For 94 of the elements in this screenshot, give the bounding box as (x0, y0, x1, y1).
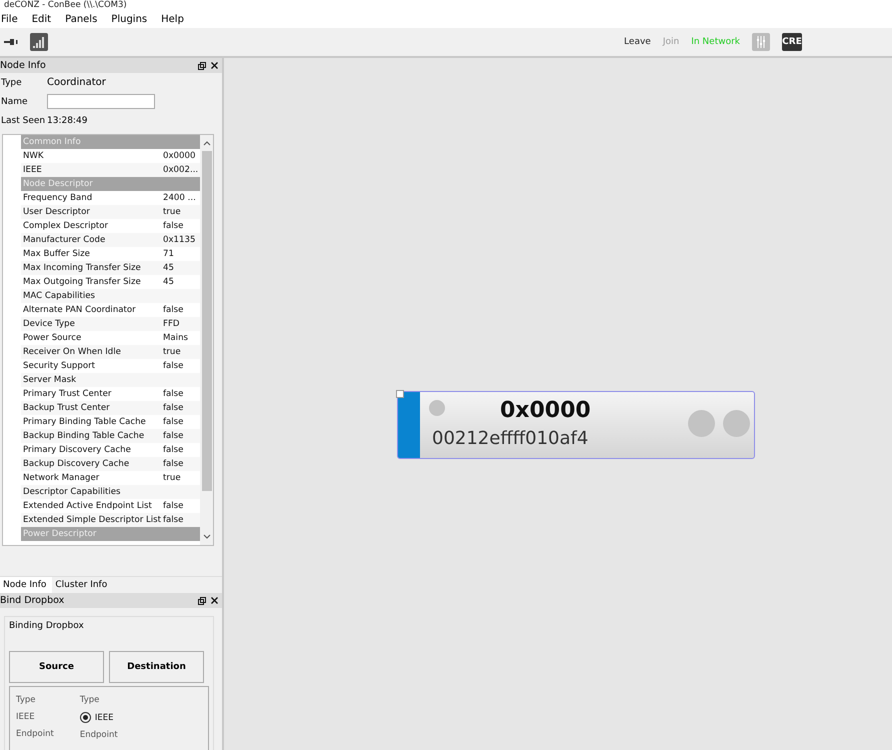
field-label: IEEE (16, 712, 36, 722)
property-name: Max Outgoing Transfer Size (23, 277, 142, 287)
menu-item[interactable]: Plugins (111, 14, 148, 25)
property-name: Network Manager (23, 473, 100, 483)
scroll-up-icon[interactable] (202, 139, 210, 147)
field-value: Coordinator (47, 77, 106, 88)
network-status: In Network (691, 37, 740, 47)
property-value: 2400 ... (163, 193, 196, 203)
panel-tab[interactable]: Node Info (0, 577, 52, 593)
property-value: true (163, 207, 181, 217)
field-value: 13:28:49 (47, 116, 88, 126)
property-name: IEEE (23, 165, 43, 175)
drop-target-button[interactable]: Source (9, 651, 104, 683)
plug-icon[interactable] (4, 38, 18, 46)
menu-item[interactable]: File (1, 14, 18, 25)
property-name: Extended Simple Descriptor List (23, 515, 162, 525)
property-value: false (163, 305, 184, 315)
property-value: false (163, 221, 184, 231)
property-name: Power Source (23, 333, 82, 343)
close-icon[interactable] (211, 62, 218, 69)
scrollbar-thumb[interactable] (202, 151, 212, 491)
property-value: true (163, 473, 181, 483)
property-name: Primary Trust Center (23, 389, 112, 399)
property-name: MAC Capabilities (23, 291, 96, 301)
menu-item[interactable]: Edit (32, 14, 52, 25)
property-value: false (163, 431, 184, 441)
toolbar-badge[interactable]: CRE (782, 33, 802, 51)
field-label: Type (80, 695, 100, 705)
property-name: Receiver On When Idle (23, 347, 122, 357)
property-name: Frequency Band (23, 193, 94, 203)
property-name: Max Incoming Transfer Size (23, 263, 142, 273)
property-name: NWK (23, 151, 45, 161)
scroll-down-icon[interactable] (202, 533, 210, 541)
property-name: Server Mask (23, 375, 78, 385)
property-name: Manufacturer Code (23, 235, 106, 245)
property-name: Primary Binding Table Cache (23, 417, 147, 427)
radio-button[interactable] (80, 712, 91, 723)
property-value: 71 (163, 249, 174, 259)
node-card[interactable]: 0x0000 00212effff010af4 (397, 391, 755, 459)
group-title: Binding Dropbox (9, 621, 85, 631)
signal-icon[interactable] (30, 33, 48, 51)
property-value: 0x002... (163, 165, 198, 175)
property-value: false (163, 445, 184, 455)
property-name: Backup Discovery Cache (23, 459, 130, 469)
panel-title: Bind Dropbox (0, 595, 66, 606)
name-field[interactable] (47, 94, 155, 109)
property-name: Extended Active Endpoint List (23, 501, 153, 511)
property-value: false (163, 403, 184, 413)
float-icon[interactable] (198, 62, 206, 70)
property-name: Primary Discovery Cache (23, 445, 132, 455)
field-label: Type (1, 78, 23, 88)
property-value: 45 (163, 263, 174, 273)
status-dot (429, 400, 445, 416)
field-label: Endpoint (16, 729, 54, 739)
resize-handle[interactable] (396, 390, 404, 398)
property-name: Max Buffer Size (23, 249, 91, 259)
toolbar-link[interactable]: Leave (624, 37, 651, 47)
property-value: false (163, 501, 184, 511)
property-name: Alternate PAN Coordinator (23, 305, 137, 315)
property-value: false (163, 417, 184, 427)
property-name: Device Type (23, 319, 76, 329)
panel-title: Node Info (0, 60, 47, 71)
property-name: User Descriptor (23, 207, 91, 217)
radio-label: IEEE (94, 712, 114, 722)
property-value: 0x0000 (163, 151, 196, 161)
menu-item[interactable]: Help (161, 14, 184, 25)
property-value: FFD (163, 319, 180, 329)
property-name: Descriptor Capabilities (23, 487, 122, 497)
field-label: Type (16, 695, 37, 705)
drop-target-button[interactable]: Destination (109, 651, 204, 683)
window-title: deCONZ - ConBee (\\.\COM3) (0, 0, 892, 11)
property-value: true (163, 347, 181, 357)
field-label: Endpoint (80, 730, 118, 740)
property-value: false (163, 459, 184, 469)
menu-item[interactable]: Panels (65, 14, 98, 25)
property-value: 0x1135 (163, 235, 196, 245)
close-icon[interactable] (211, 597, 218, 604)
sliders-icon[interactable] (752, 33, 770, 51)
node-address: 0x0000 (500, 398, 591, 423)
property-value: Mains (163, 333, 188, 343)
property-value: 45 (163, 277, 174, 287)
property-value: false (163, 389, 184, 399)
property-value: false (163, 361, 184, 371)
property-name: Complex Descriptor (23, 221, 110, 231)
field-label: Last Seen (1, 116, 46, 126)
field-label: Name (1, 96, 29, 106)
endpoint-dot[interactable] (688, 410, 715, 437)
endpoint-dot[interactable] (723, 410, 750, 437)
property-name: Security Support (23, 361, 96, 371)
property-name: Backup Binding Table Cache (23, 431, 146, 441)
property-value: false (163, 515, 184, 525)
property-name: Backup Trust Center (23, 403, 111, 413)
node-mac: 00212effff010af4 (432, 428, 588, 449)
float-icon[interactable] (198, 596, 206, 604)
